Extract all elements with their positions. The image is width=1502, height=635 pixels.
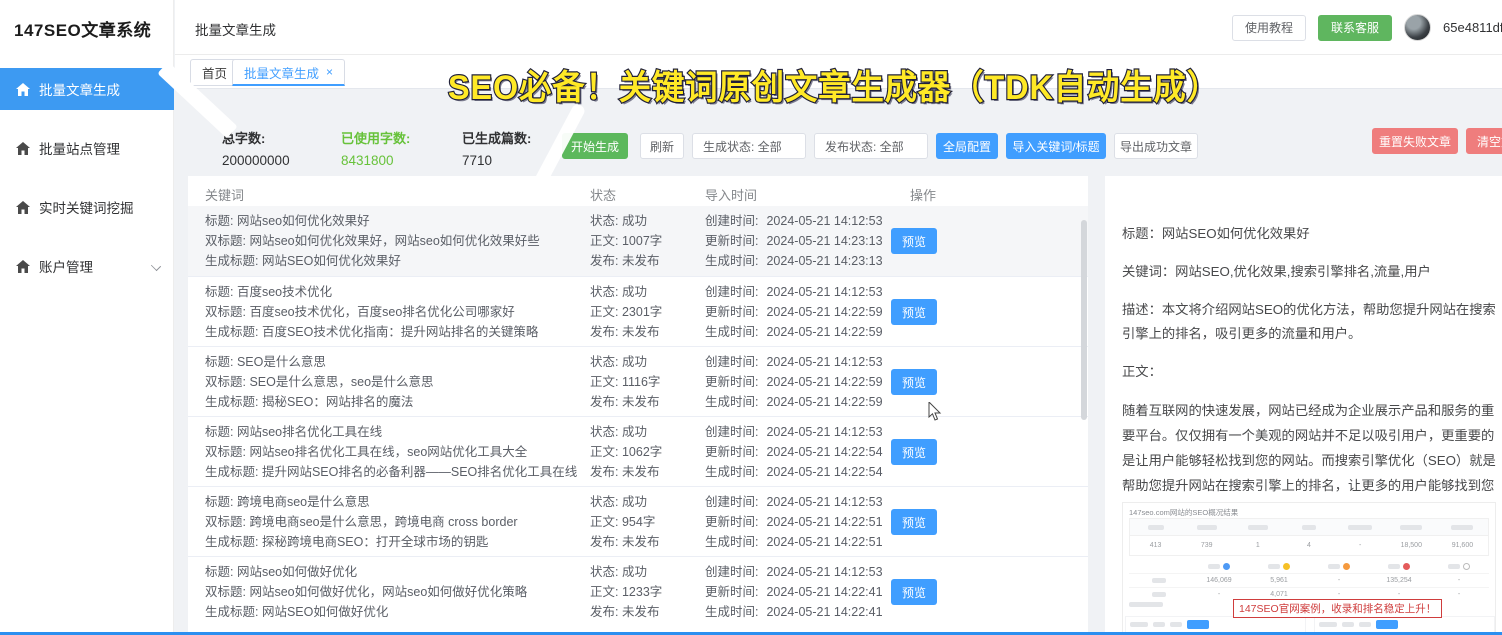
preview-title: 标题：网站SEO如何优化效果好 <box>1122 226 1310 241</box>
username: 65e4811dfb644f6 <box>1443 20 1502 35</box>
preview-button[interactable]: 预览 <box>891 369 937 395</box>
tab-label: 批量文章生成 <box>244 66 320 81</box>
generate-status-select[interactable]: 生成状态: 全部 <box>692 133 806 159</box>
preview-body-label: 正文： <box>1122 364 1162 379</box>
table-row[interactable]: 标题: 百度seo技术优化 双标题: 百度seo技术优化，百度seo排名优化公司… <box>188 276 1088 346</box>
close-icon[interactable]: × <box>326 66 333 78</box>
preview-button[interactable]: 预览 <box>891 579 937 605</box>
preview-button[interactable]: 预览 <box>891 509 937 535</box>
refresh-button[interactable]: 刷新 <box>640 133 684 159</box>
table-row[interactable]: 标题: 跨境电商seo是什么意思 双标题: 跨境电商seo是什么意思，跨境电商 … <box>188 486 1088 556</box>
mouse-cursor <box>928 402 942 421</box>
stat-label: 已使用字数: <box>341 131 411 146</box>
stat-value: 8431800 <box>341 153 394 168</box>
vertical-scrollbar[interactable] <box>1081 220 1087 420</box>
sidebar-item-label: 账户管理 <box>39 260 93 275</box>
tab-batch-article[interactable]: 批量文章生成 × <box>232 59 346 86</box>
report-engine-table: 146,069 5,961 -135,254 - -4,071 -- - <box>1129 559 1489 603</box>
report-keyword-label <box>1129 602 1163 609</box>
home-icon <box>16 200 30 214</box>
column-header: 导入时间 <box>705 188 758 203</box>
report-annotation: 147SEO官网案例，收录和排名稳定上升！ <box>1233 599 1443 618</box>
topbar-actions: 使用教程 联系客服 65e4811dfb644f6 <box>1232 14 1502 41</box>
home-icon <box>16 82 30 96</box>
start-generate-button[interactable]: 开始生成 <box>562 133 628 159</box>
sidebar-item-account[interactable]: 账户管理 <box>0 245 174 287</box>
home-icon <box>16 141 30 155</box>
table-row[interactable]: 标题: 网站seo如何做好优化 双标题: 网站seo如何做好优化，网站seo如何… <box>188 556 1088 626</box>
report-caption: 147seo.com网站的SEO概况结果 <box>1129 508 1239 517</box>
google-icon <box>1463 562 1470 570</box>
sidebar-item-keyword-mining[interactable]: 实时关键词挖掘 <box>0 186 174 228</box>
stat-value: 200000000 <box>222 153 290 168</box>
import-keywords-button[interactable]: 导入关键词/标题 <box>1006 133 1106 159</box>
sidebar-item-label: 实时关键词挖掘 <box>39 201 134 216</box>
column-header: 状态 <box>590 188 617 203</box>
reset-failed-button[interactable]: 重置失败文章 <box>1372 128 1458 154</box>
preview-button[interactable]: 预览 <box>891 228 937 254</box>
seo-report-image: 147seo.com网站的SEO概况结果 413 739 14 -18,500 9… <box>1122 502 1496 635</box>
column-header: 操作 <box>910 188 937 203</box>
sidebar-item-batch-site[interactable]: 批量站点管理 <box>0 127 174 169</box>
stat-label: 已生成篇数: <box>462 131 532 146</box>
global-config-button[interactable]: 全局配置 <box>936 133 998 159</box>
preview-button[interactable]: 预览 <box>891 299 937 325</box>
tutorial-button[interactable]: 使用教程 <box>1232 14 1307 41</box>
promo-title: SEO必备！关键词原创文章生成器（TDK自动生成） <box>447 68 1221 108</box>
article-table-card: 关键词 状态 导入时间 操作 标题: 网站seo如何优化效果好 双标题: 网站s… <box>188 176 1088 635</box>
sidebar: 147SEO文章系统 批量文章生成 批量站点管理 实时关键词挖掘 账户管理 <box>0 0 174 635</box>
stat-value: 7710 <box>462 153 493 168</box>
column-header: 关键词 <box>205 188 245 203</box>
report-overview-table: 413 739 14 -18,500 91,600 <box>1129 518 1489 556</box>
breadcrumb: 批量文章生成 <box>195 23 276 38</box>
app-window: 147SEO文章系统 批量文章生成 批量站点管理 实时关键词挖掘 账户管理 批量… <box>0 0 1502 635</box>
table-header: 关键词 状态 导入时间 操作 <box>188 176 1088 206</box>
shenma-icon <box>1343 562 1350 570</box>
export-success-button[interactable]: 导出成功文章 <box>1114 133 1198 159</box>
baidu-icon <box>1223 562 1230 570</box>
publish-status-select[interactable]: 发布状态: 全部 <box>814 133 928 159</box>
stat-used-words: 已使用字数: 8431800 <box>341 128 410 168</box>
app-logo: 147SEO文章系统 <box>14 21 152 40</box>
chevron-down-icon <box>150 260 162 272</box>
preview-button[interactable]: 预览 <box>891 439 937 465</box>
sidebar-item-label: 批量文章生成 <box>39 83 120 98</box>
toutiao-icon <box>1403 562 1410 570</box>
table-row[interactable]: 标题: SEO是什么意思 双标题: SEO是什么意思，seo是什么意思 生成标题… <box>188 346 1088 416</box>
clear-articles-button[interactable]: 清空文章 <box>1466 128 1502 154</box>
home-icon <box>16 259 30 273</box>
sidebar-item-label: 批量站点管理 <box>39 142 120 157</box>
table-row[interactable]: 标题: 网站seo排名优化工具在线 双标题: 网站seo排名优化工具在线，seo… <box>188 416 1088 486</box>
avatar[interactable] <box>1404 14 1432 41</box>
table-row[interactable]: 标题: 网站seo如何优化效果好 双标题: 网站seo如何优化效果好，网站seo… <box>188 206 1088 276</box>
sogou-icon <box>1283 562 1290 570</box>
sidebar-item-batch-article[interactable]: 批量文章生成 <box>0 68 174 110</box>
preview-keywords: 关键词：网站SEO,优化效果,搜索引擎排名,流量,用户 <box>1122 264 1431 279</box>
support-button[interactable]: 联系客服 <box>1318 14 1393 41</box>
stat-total-words: 总字数: 200000000 <box>222 128 290 168</box>
topbar: 批量文章生成 使用教程 联系客服 65e4811dfb644f6 <box>175 0 1502 55</box>
preview-description: 描述：本文将介绍网站SEO的优化方法，帮助您提升网站在搜索引擎上的排名，吸引更多… <box>1122 302 1496 341</box>
article-preview-panel: 标题：网站SEO如何优化效果好 关键词：网站SEO,优化效果,搜索引擎排名,流量… <box>1105 176 1502 635</box>
stat-generated-count: 已生成篇数: 7710 <box>462 128 531 168</box>
